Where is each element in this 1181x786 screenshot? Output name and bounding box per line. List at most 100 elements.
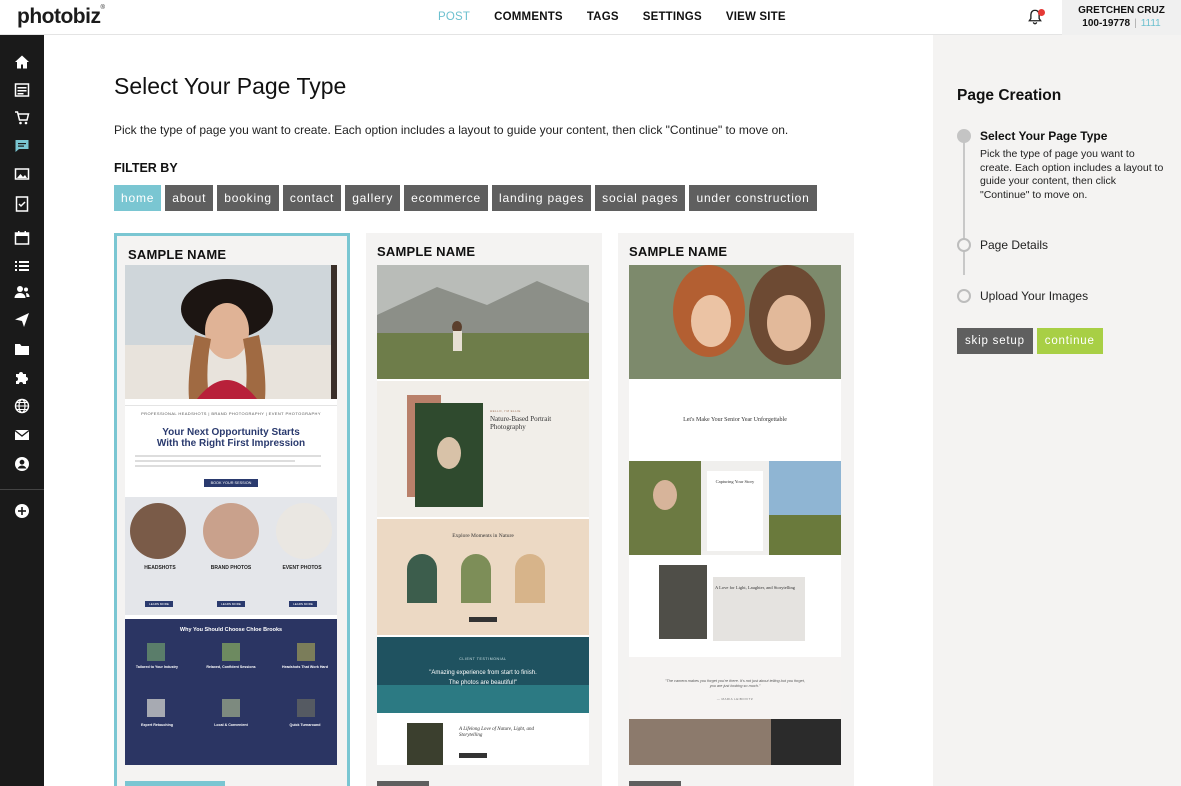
- why-heading: Why You Should Choose Chloe Brooks: [179, 627, 283, 633]
- main-content: Select Your Page Type Pick the type of p…: [44, 35, 933, 786]
- template-preview: PROFESSIONAL HEADSHOTS | BRAND PHOTOGRAP…: [125, 265, 337, 765]
- template-love-heading: A Love for Light, Laughter, and Storytel…: [715, 585, 796, 590]
- logo-text: photobiz: [17, 5, 101, 28]
- layout-icon[interactable]: [14, 82, 30, 98]
- filter-bar: home about booking contact gallery ecomm…: [114, 185, 821, 211]
- learn-more-button: LEARN MORE: [145, 601, 173, 607]
- template-name: SAMPLE NAME: [377, 244, 476, 259]
- template-headline-line-1: Your Next Opportunity Starts: [162, 427, 300, 438]
- why-item: Headshots That Work Hard: [281, 665, 329, 669]
- page-creation-panel: Page Creation Select Your Page Type Pick…: [933, 35, 1181, 786]
- checklist-icon[interactable]: [14, 196, 30, 212]
- nav-tags[interactable]: TAGS: [587, 11, 619, 23]
- notification-dot: [1038, 9, 1045, 16]
- step-indicator-active: [957, 129, 971, 143]
- calendar-icon[interactable]: [14, 230, 30, 246]
- skip-setup-button[interactable]: skip setup: [957, 328, 1033, 354]
- template-preview-art: [377, 265, 589, 765]
- why-image: [297, 643, 315, 661]
- panel-title: Page Creation: [957, 87, 1062, 104]
- body-line: [135, 465, 321, 467]
- account-separator: |: [1134, 18, 1137, 29]
- template-capturing: Capturing Your Story: [715, 479, 755, 484]
- learn-more-button: LEARN MORE: [289, 601, 317, 607]
- column-image: [130, 503, 186, 559]
- comment-icon[interactable]: [14, 138, 30, 154]
- column-title: BRAND PHOTOS: [210, 565, 252, 571]
- select-template-button[interactable]: [377, 781, 429, 786]
- why-item: Expert Retouching: [141, 723, 173, 727]
- column-image: [276, 503, 332, 559]
- select-template-button[interactable]: [629, 781, 681, 786]
- why-image: [222, 643, 240, 661]
- why-image: [222, 699, 240, 717]
- why-item: Relaxed, Confident Sessions: [206, 665, 256, 669]
- list-icon[interactable]: [14, 258, 30, 274]
- body-line: [135, 460, 295, 462]
- send-icon[interactable]: [14, 312, 30, 328]
- globe-icon[interactable]: [14, 398, 30, 414]
- left-sidebar: [0, 35, 44, 786]
- template-card-2[interactable]: SAMPLE NAME HELLO, I'M ELLIE Nature-Base…: [366, 233, 602, 786]
- folder-icon[interactable]: [14, 341, 30, 357]
- sidebar-divider: [0, 489, 44, 490]
- nav-comments[interactable]: COMMENTS: [494, 11, 563, 23]
- mail-icon[interactable]: [14, 427, 30, 443]
- select-template-button[interactable]: [125, 781, 225, 786]
- panel-actions: skip setup continue: [957, 328, 1107, 354]
- template-headline: Your Next Opportunity Starts With the Rig…: [125, 427, 337, 449]
- testimonial-line-2: The photos are beautiful!": [448, 680, 518, 686]
- logo[interactable]: photobiz®: [17, 5, 105, 29]
- nav-view-site[interactable]: VIEW SITE: [726, 11, 786, 23]
- filter-landing-pages[interactable]: landing pages: [492, 185, 592, 211]
- users-icon[interactable]: [14, 284, 30, 300]
- filter-ecommerce[interactable]: ecommerce: [404, 185, 489, 211]
- filter-under-construction[interactable]: under construction: [689, 185, 817, 211]
- home-icon[interactable]: [14, 54, 30, 70]
- filter-label: FILTER BY: [114, 161, 178, 175]
- why-item: Tailored to Your Industry: [135, 665, 179, 669]
- template-card-3[interactable]: SAMPLE NAME Let's Make Your Senior Year …: [618, 233, 854, 786]
- user-account[interactable]: GRETCHEN CRUZ 100-19778 | 1111: [1062, 0, 1181, 35]
- step-description: Pick the type of page you want to create…: [980, 148, 1164, 201]
- filter-gallery[interactable]: gallery: [345, 185, 401, 211]
- template-name: SAMPLE NAME: [128, 247, 227, 262]
- account-id: 100-19778 | 1111: [1062, 18, 1181, 29]
- template-why-section: Why You Should Choose Chloe Brooks Tailo…: [125, 619, 337, 765]
- page-title: Select Your Page Type: [114, 73, 347, 99]
- add-circle-icon[interactable]: [14, 503, 30, 519]
- continue-button[interactable]: continue: [1036, 328, 1103, 354]
- nav-settings[interactable]: SETTINGS: [643, 11, 702, 23]
- why-image: [147, 643, 165, 661]
- template-cta: BOOK YOUR SESSION: [204, 479, 258, 487]
- step-indicator: [957, 289, 971, 303]
- template-explore: Explore Moments in Nature: [452, 533, 514, 539]
- column-title: EVENT PHOTOS: [282, 565, 322, 571]
- image-icon[interactable]: [14, 166, 30, 182]
- filter-about[interactable]: about: [165, 185, 214, 211]
- page-intro: Pick the type of page you want to create…: [114, 123, 789, 137]
- template-headline: Let's Make Your Senior Year Unforgettabl…: [683, 417, 787, 423]
- template-footer-heading: A Lifelong Love of Nature, Light, and St…: [459, 727, 535, 738]
- column-image: [203, 503, 259, 559]
- puzzle-icon[interactable]: [14, 369, 30, 385]
- account-icon[interactable]: [14, 456, 30, 472]
- filter-home[interactable]: home: [114, 185, 162, 211]
- template-headline-line-2: With the Right First Impression: [156, 438, 306, 449]
- template-testimonial: "Amazing experience from start to finish…: [377, 668, 589, 688]
- template-card-1[interactable]: SAMPLE NAME PROFESSIONAL HEADSHOTS | BRA…: [114, 233, 350, 786]
- step-indicator: [957, 238, 971, 252]
- template-tagline: PROFESSIONAL HEADSHOTS | BRAND PHOTOGRAP…: [141, 411, 321, 416]
- template-preview: HELLO, I'M ELLIE Nature-Based Portrait P…: [377, 265, 589, 765]
- filter-contact[interactable]: contact: [282, 185, 342, 211]
- nav-post[interactable]: POST: [438, 11, 470, 23]
- step-label: Page Details: [980, 238, 1049, 252]
- step-label: Select Your Page Type: [980, 129, 1108, 143]
- cart-icon[interactable]: [14, 110, 30, 126]
- template-kicker: HELLO, I'M ELLIE: [490, 409, 521, 413]
- account-code: 1111: [1140, 18, 1161, 29]
- template-quote-author: — MARIA LEIBOVITZ: [716, 697, 754, 701]
- filter-social-pages[interactable]: social pages: [595, 185, 686, 211]
- template-preview-art: [629, 265, 841, 765]
- filter-booking[interactable]: booking: [217, 185, 279, 211]
